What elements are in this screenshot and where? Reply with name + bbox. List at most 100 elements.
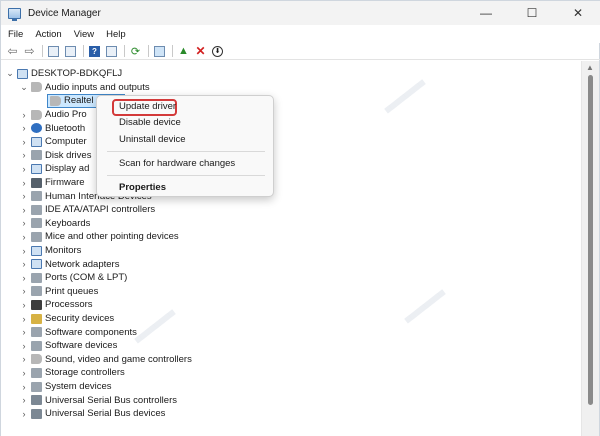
device-manager-window: Device Manager — ☐ ✕ File Action View He… (0, 0, 600, 436)
tree-category-row[interactable]: › Computer (19, 135, 87, 149)
tree-category-row[interactable]: › Display ad (19, 162, 90, 176)
chevron-right-icon[interactable]: › (19, 191, 29, 201)
update-driver-menu-item[interactable]: Update driver (119, 101, 176, 112)
maximize-button[interactable]: ☐ (509, 1, 555, 25)
toolbar-divider (83, 45, 84, 57)
device-tree: ⌄ DESKTOP-BDKQFLJ ⌄ Audio inputs and out… (1, 61, 583, 436)
scan-hardware-icon[interactable]: ⟳ (128, 44, 143, 58)
chevron-right-icon[interactable]: › (19, 137, 29, 147)
tree-category-row[interactable]: › Software components (19, 325, 137, 339)
computer-icon (31, 136, 42, 147)
chevron-right-icon[interactable]: › (19, 110, 29, 120)
usb-icon (31, 408, 42, 419)
tree-category-row[interactable]: › Network adapters (19, 257, 120, 271)
tree-category-row[interactable]: › Processors (19, 298, 93, 312)
chevron-right-icon[interactable]: › (19, 327, 29, 337)
chevron-right-icon[interactable]: › (19, 164, 29, 174)
tree-category-row[interactable]: › Storage controllers (19, 366, 125, 380)
show-hide-console-icon[interactable] (63, 44, 78, 58)
scroll-thumb[interactable] (588, 75, 593, 405)
chevron-right-icon[interactable]: › (19, 286, 29, 296)
tree-category-row[interactable]: › Audio Pro (19, 108, 87, 122)
tree-category-row[interactable]: › Keyboards (19, 217, 91, 231)
close-button[interactable]: ✕ (555, 1, 600, 25)
toolbar-divider (148, 45, 149, 57)
chevron-right-icon[interactable]: › (19, 273, 29, 283)
tree-category-audio-inputs[interactable]: ⌄ Audio inputs and outputs (19, 81, 150, 95)
port-icon (31, 272, 42, 283)
disk-icon (31, 150, 42, 161)
properties-sheet-icon[interactable] (46, 44, 61, 58)
chevron-right-icon[interactable]: › (19, 150, 29, 160)
menu-help[interactable]: Help (100, 29, 132, 40)
chevron-right-icon[interactable]: › (19, 246, 29, 256)
chevron-right-icon[interactable]: › (19, 409, 29, 419)
chevron-right-icon[interactable]: › (19, 218, 29, 228)
disable-device-menu-item[interactable]: Disable device (119, 117, 181, 128)
tree-category-row[interactable]: › Ports (COM & LPT) (19, 271, 128, 285)
computer-monitor-icon[interactable] (152, 44, 167, 58)
menu-view[interactable]: View (68, 29, 100, 40)
tree-category-row[interactable]: › IDE ATA/ATAPI controllers (19, 203, 156, 217)
tree-category-row[interactable]: › Print queues (19, 285, 99, 299)
category-label: Audio inputs and outputs (45, 81, 150, 93)
toolbar-divider (124, 45, 125, 57)
uninstall-icon[interactable]: ✕ (193, 44, 208, 58)
tree-category-row[interactable]: › Sound, video and game controllers (19, 353, 192, 367)
menu-action[interactable]: Action (29, 29, 67, 40)
tree-category-row[interactable]: › Monitors (19, 244, 82, 258)
help-icon[interactable]: ? (87, 44, 102, 58)
update-driver-icon[interactable]: ▲ (176, 44, 191, 58)
usb-icon (31, 395, 42, 406)
properties-menu-item[interactable]: Properties (119, 182, 166, 193)
disable-icon[interactable]: ⬇ (210, 44, 225, 58)
chevron-right-icon[interactable]: › (19, 232, 29, 242)
chevron-right-icon[interactable]: › (19, 259, 29, 269)
tree-root[interactable]: ⌄ DESKTOP-BDKQFLJ (5, 67, 122, 81)
tree-category-row[interactable]: › Firmware (19, 176, 85, 190)
audio-icon (31, 109, 42, 120)
chevron-right-icon[interactable]: › (19, 395, 29, 405)
back-arrow-icon[interactable]: ⇦ (5, 44, 20, 58)
tree-category-row[interactable]: › Security devices (19, 312, 115, 326)
tree-category-row[interactable]: › System devices (19, 380, 112, 394)
category-label: Print queues (45, 285, 99, 297)
tree-category-row[interactable]: › Disk drives (19, 149, 92, 163)
chevron-down-icon[interactable]: ⌄ (5, 68, 15, 79)
tree-category-row[interactable]: › Mice and other pointing devices (19, 230, 179, 244)
window-controls: — ☐ ✕ (463, 1, 600, 25)
minimize-button[interactable]: — (463, 1, 509, 25)
category-label: Audio Pro (45, 109, 87, 121)
scan-hardware-menu-item[interactable]: Scan for hardware changes (119, 158, 235, 169)
chevron-right-icon[interactable]: › (19, 341, 29, 351)
category-label: Keyboards (45, 217, 91, 229)
vertical-scrollbar[interactable]: ▲ (581, 61, 599, 436)
uninstall-device-menu-item[interactable]: Uninstall device (119, 134, 186, 145)
chevron-right-icon[interactable]: › (19, 382, 29, 392)
tree-category-row[interactable]: › Software devices (19, 339, 118, 353)
menu-bar: File Action View Help (1, 25, 600, 43)
category-label: Universal Serial Bus devices (45, 408, 166, 420)
tree-category-row[interactable]: › Bluetooth (19, 121, 86, 135)
scroll-up-icon[interactable]: ▲ (586, 63, 594, 72)
chevron-down-icon[interactable]: ⌄ (19, 82, 29, 93)
keyboard-icon (31, 218, 42, 229)
chevron-right-icon[interactable]: › (19, 178, 29, 188)
menu-file[interactable]: File (1, 29, 29, 40)
title-bar: Device Manager — ☐ ✕ (1, 1, 600, 25)
category-label: Processors (45, 299, 93, 311)
speaker-icon (31, 82, 42, 93)
chevron-right-icon[interactable]: › (19, 123, 29, 133)
chevron-right-icon[interactable]: › (19, 205, 29, 215)
security-icon (31, 313, 42, 324)
chevron-right-icon[interactable]: › (19, 314, 29, 324)
toolbar-divider (172, 45, 173, 57)
chevron-right-icon[interactable]: › (19, 368, 29, 378)
context-menu: Update driver Disable device Uninstall d… (96, 95, 274, 197)
forward-arrow-icon[interactable]: ⇨ (22, 44, 37, 58)
show-pane-icon[interactable] (104, 44, 119, 58)
chevron-right-icon[interactable]: › (19, 354, 29, 364)
chevron-right-icon[interactable]: › (19, 300, 29, 310)
tree-category-row[interactable]: › Universal Serial Bus devices (19, 407, 166, 421)
tree-category-row[interactable]: › Universal Serial Bus controllers (19, 393, 178, 407)
